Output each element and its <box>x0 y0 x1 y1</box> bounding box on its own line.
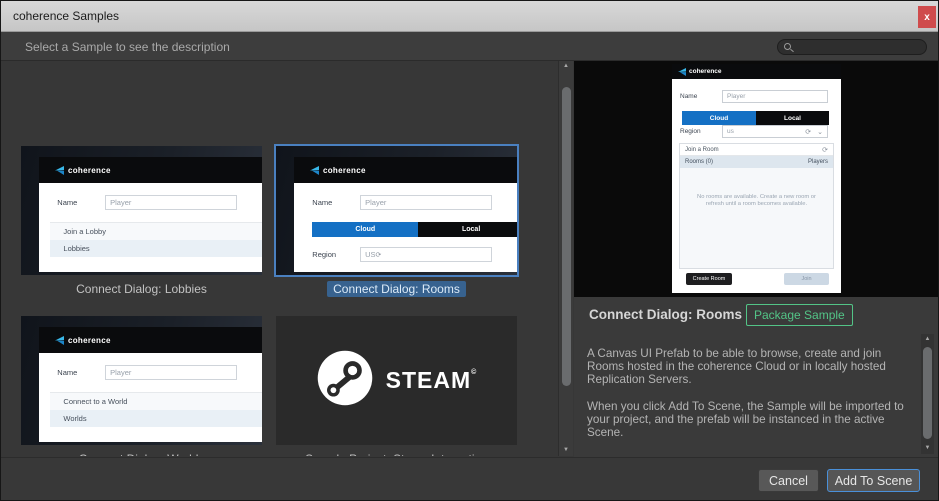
toolbar: Select a Sample to see the description <box>1 32 938 61</box>
sample-label-selected: Connect Dialog: Rooms <box>276 281 517 297</box>
local-tab: Local <box>418 222 517 237</box>
details-description: A Canvas UI Prefab to be able to browse,… <box>587 347 919 439</box>
sample-card-rooms[interactable]: coherence Name Player Cloud Local Region… <box>276 146 517 297</box>
package-sample-badge: Package Sample <box>746 304 853 326</box>
join-room-title: Join a Room <box>685 147 719 153</box>
coherence-logo-icon <box>678 68 686 76</box>
name-field: Player <box>360 195 492 210</box>
footer-bar: Cancel Add To Scene <box>1 457 938 501</box>
coherence-logo-icon <box>55 336 64 345</box>
local-tab: Local <box>756 111 829 125</box>
details-panel: Connect Dialog: Rooms Package Sample A C… <box>574 297 939 457</box>
sample-card-steam[interactable]: STEAM© Sample Project: Steam Integration <box>276 316 517 456</box>
steam-logo-icon <box>316 349 374 412</box>
rooms-thumbnail: coherence Name Player Cloud Local Region… <box>276 146 517 275</box>
instruction-text: Select a Sample to see the description <box>25 40 230 54</box>
add-to-scene-button[interactable]: Add To Scene <box>827 469 920 492</box>
preview-stage: coherence Name Player Cloud Local Region… <box>574 61 939 297</box>
menu-item: Worlds <box>50 410 262 427</box>
region-label: Region <box>680 128 701 135</box>
scroll-up-icon[interactable]: ▲ <box>559 62 573 71</box>
sample-label: Connect Dialog: Worlds <box>21 451 262 456</box>
brand-text: coherence <box>68 166 111 175</box>
name-label: Name <box>680 93 697 100</box>
name-field: Player <box>722 90 828 103</box>
window-title: coherence Samples <box>13 9 119 23</box>
search-icon <box>784 43 791 50</box>
lobbies-thumbnail: coherence Name Player Join a Lobby Lobbi… <box>21 146 262 275</box>
steam-wordmark: STEAM© <box>386 367 478 394</box>
name-field: Player <box>105 365 237 380</box>
refresh-icon: ⟳ <box>822 146 828 154</box>
rooms-column-header: Rooms (0) <box>685 159 713 165</box>
cancel-button[interactable]: Cancel <box>758 469 819 492</box>
coherence-logo-icon <box>310 166 319 175</box>
chevron-down-icon: ⌄ <box>817 128 823 136</box>
details-title: Connect Dialog: Rooms <box>589 307 742 322</box>
region-field: US⟳ <box>360 247 492 262</box>
description-scrollbar-thumb[interactable] <box>923 347 932 439</box>
region-field: us ⟳ ⌄ <box>722 125 828 138</box>
scroll-down-icon[interactable]: ▼ <box>559 446 573 455</box>
sample-label: Connect Dialog: Lobbies <box>21 281 262 297</box>
coherence-logo-icon <box>55 166 64 175</box>
preview-image: coherence Name Player Cloud Local Region… <box>672 64 841 293</box>
room-list-panel: Join a Room ⟳ Rooms (0) Players No rooms… <box>679 143 834 269</box>
brand-text: coherence <box>323 166 366 175</box>
name-label: Name <box>312 198 332 207</box>
refresh-icon: ⟳ <box>805 128 811 136</box>
sample-grid: coherence Name Player Join a Lobby Lobbi… <box>1 61 558 456</box>
name-label: Name <box>57 368 77 377</box>
steam-thumbnail: STEAM© <box>276 316 517 445</box>
search-input[interactable] <box>777 39 927 55</box>
create-room-button: Create Room <box>686 273 732 285</box>
menu-title: Join a Lobby <box>50 222 262 240</box>
cloud-tab: Cloud <box>682 111 756 125</box>
cloud-tab: Cloud <box>312 222 418 237</box>
region-label: Region <box>312 250 336 259</box>
close-button[interactable]: x <box>918 6 936 28</box>
name-field: Player <box>105 195 237 210</box>
worlds-thumbnail: coherence Name Player Connect to a World… <box>21 316 262 445</box>
close-icon: x <box>924 12 930 23</box>
join-button: Join <box>784 273 829 285</box>
title-bar: coherence Samples x <box>1 1 938 32</box>
grid-scrollbar-thumb[interactable] <box>562 87 571 386</box>
name-label: Name <box>57 198 77 207</box>
players-column-header: Players <box>808 159 828 165</box>
sample-card-worlds[interactable]: coherence Name Player Connect to a World… <box>21 316 262 456</box>
samples-window: coherence Samples x Select a Sample to s… <box>0 0 939 501</box>
sample-card-lobbies[interactable]: coherence Name Player Join a Lobby Lobbi… <box>21 146 262 297</box>
menu-item: Lobbies <box>50 240 262 257</box>
brand-text: coherence <box>68 336 111 345</box>
grid-scrollbar[interactable]: ▲ ▼ <box>558 61 573 456</box>
menu-title: Connect to a World <box>50 392 262 410</box>
scroll-down-icon[interactable]: ▼ <box>921 444 934 453</box>
sample-label: Sample Project: Steam Integration <box>276 451 517 456</box>
refresh-icon: ⟳ <box>376 252 382 259</box>
trademark-icon: © <box>471 369 477 376</box>
description-scrollbar[interactable]: ▲ ▼ <box>921 334 934 454</box>
scroll-up-icon[interactable]: ▲ <box>921 335 934 344</box>
empty-room-message: No rooms are available. Create a new roo… <box>680 194 833 208</box>
brand-text: coherence <box>689 68 722 75</box>
